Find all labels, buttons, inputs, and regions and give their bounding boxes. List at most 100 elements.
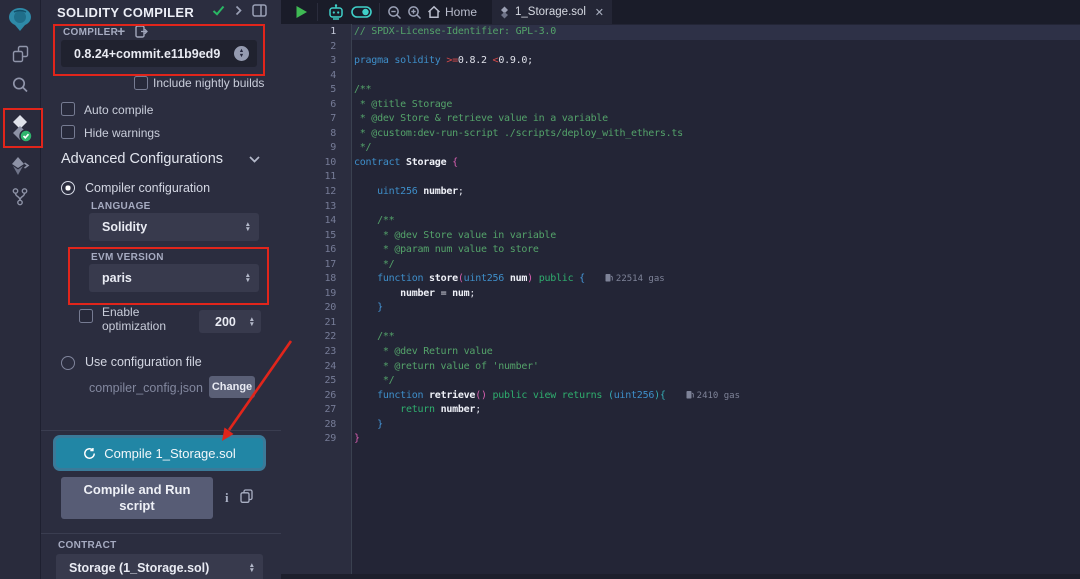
include-nightly-checkbox[interactable]: [134, 76, 148, 90]
code-line[interactable]: * @param num value to store: [354, 243, 1080, 258]
line-number[interactable]: 27: [281, 403, 336, 418]
use-configuration-file-radio[interactable]: [61, 356, 75, 370]
line-number[interactable]: 9: [281, 141, 336, 156]
line-number[interactable]: 16: [281, 243, 336, 258]
line-number[interactable]: 19: [281, 287, 336, 302]
code-line[interactable]: [354, 69, 1080, 84]
code-line[interactable]: [354, 170, 1080, 185]
hide-warnings-checkbox[interactable]: [61, 125, 75, 139]
code-line[interactable]: [354, 40, 1080, 55]
ai-toggle-icon[interactable]: [351, 6, 372, 18]
code-line[interactable]: * @title Storage: [354, 98, 1080, 113]
version-stepper-icon[interactable]: ▲▼: [234, 46, 249, 61]
zoom-out-icon[interactable]: [387, 5, 402, 20]
code-line[interactable]: }: [354, 432, 1080, 447]
line-number[interactable]: 14: [281, 214, 336, 229]
change-config-button[interactable]: Change: [209, 376, 255, 398]
line-number[interactable]: 8: [281, 127, 336, 142]
chevron-down-icon[interactable]: [249, 156, 260, 163]
git-icon[interactable]: [0, 186, 40, 208]
code-line[interactable]: }: [354, 418, 1080, 433]
code-area[interactable]: // SPDX-License-Identifier: GPL-3.0 pragm…: [351, 24, 1080, 579]
code-token: [354, 404, 400, 415]
chevron-right-icon[interactable]: [235, 5, 242, 16]
line-number[interactable]: 28: [281, 418, 336, 433]
search-icon[interactable]: [0, 74, 40, 96]
code-line[interactable]: /**: [354, 330, 1080, 345]
split-panel-icon[interactable]: [252, 4, 267, 17]
advanced-configurations-header[interactable]: Advanced Configurations: [61, 151, 223, 167]
line-number[interactable]: 25: [281, 374, 336, 389]
line-number[interactable]: 11: [281, 170, 336, 185]
zoom-in-icon[interactable]: [407, 5, 422, 20]
line-number[interactable]: 23: [281, 345, 336, 360]
code-line[interactable]: [354, 316, 1080, 331]
code-line[interactable]: number = num;: [354, 287, 1080, 302]
line-number[interactable]: 13: [281, 200, 336, 215]
contract-select[interactable]: Storage (1_Storage.sol) ▲▼: [56, 554, 263, 579]
info-icon[interactable]: i: [225, 490, 229, 506]
code-line[interactable]: */: [354, 374, 1080, 389]
code-line[interactable]: uint256 number;: [354, 185, 1080, 200]
tab-1-storage-sol[interactable]: 1_Storage.sol ✕: [492, 0, 612, 24]
code-line[interactable]: /**: [354, 83, 1080, 98]
copy-icon[interactable]: [240, 489, 253, 503]
code-line[interactable]: function retrieve() public view returns …: [354, 389, 1080, 404]
code-line[interactable]: }: [354, 301, 1080, 316]
home-tab-label[interactable]: Home: [445, 5, 477, 19]
code-line[interactable]: * @dev Return value: [354, 345, 1080, 360]
add-compiler-icon[interactable]: +: [117, 23, 125, 39]
line-number[interactable]: 26: [281, 389, 336, 404]
code-line[interactable]: [354, 200, 1080, 215]
line-number[interactable]: 5: [281, 83, 336, 98]
code-line[interactable]: return number;: [354, 403, 1080, 418]
line-number[interactable]: 18: [281, 272, 336, 287]
language-select[interactable]: Solidity ▲▼: [89, 213, 259, 241]
code-line[interactable]: // SPDX-License-Identifier: GPL-3.0: [354, 25, 1080, 40]
auto-compile-checkbox[interactable]: [61, 102, 75, 116]
open-file-icon[interactable]: [135, 25, 148, 38]
line-number[interactable]: 12: [281, 185, 336, 200]
file-explorer-icon[interactable]: [0, 44, 40, 64]
code-line[interactable]: * @dev Store & retrieve value in a varia…: [354, 112, 1080, 127]
line-number[interactable]: 20: [281, 301, 336, 316]
remix-ai-robot-icon[interactable]: [327, 4, 345, 20]
code-line[interactable]: /**: [354, 214, 1080, 229]
line-number[interactable]: 29: [281, 432, 336, 447]
compile-button[interactable]: Compile 1_Storage.sol: [56, 438, 263, 468]
line-number[interactable]: 6: [281, 98, 336, 113]
remix-logo[interactable]: [0, 5, 40, 33]
code-line[interactable]: function store(uint256 num) public {2251…: [354, 272, 1080, 287]
run-script-play-icon[interactable]: [295, 5, 308, 19]
enable-optimization-checkbox[interactable]: [79, 309, 93, 323]
evm-version-select[interactable]: paris ▲▼: [89, 264, 259, 292]
close-tab-icon[interactable]: ✕: [595, 6, 604, 19]
line-number[interactable]: 22: [281, 330, 336, 345]
code-line[interactable]: contract Storage {: [354, 156, 1080, 171]
line-number[interactable]: 1: [281, 25, 336, 40]
line-number[interactable]: 4: [281, 69, 336, 84]
solidity-compiler-icon[interactable]: [0, 112, 40, 144]
code-line[interactable]: * @dev Store value in variable: [354, 229, 1080, 244]
home-icon[interactable]: [427, 5, 441, 19]
line-number[interactable]: 21: [281, 316, 336, 331]
compile-and-run-button[interactable]: Compile and Run script: [61, 477, 213, 519]
line-number[interactable]: 3: [281, 54, 336, 69]
line-number[interactable]: 2: [281, 40, 336, 55]
deploy-run-icon[interactable]: [0, 155, 40, 177]
line-number[interactable]: 7: [281, 112, 336, 127]
compiler-version-select[interactable]: 0.8.24+commit.e11b9ed9 ▲▼: [61, 40, 257, 67]
line-number[interactable]: 15: [281, 229, 336, 244]
optimization-runs-input[interactable]: 200 ▲▼: [199, 310, 261, 333]
line-number[interactable]: 24: [281, 360, 336, 375]
line-number[interactable]: 10: [281, 156, 336, 171]
code-editor[interactable]: 1234567891011121314151617181920212223242…: [281, 24, 1080, 579]
code-line[interactable]: * @custom:dev-run-script ./scripts/deplo…: [354, 127, 1080, 142]
code-line[interactable]: * @return value of 'number': [354, 360, 1080, 375]
code-line[interactable]: pragma solidity >=0.8.2 <0.9.0;: [354, 54, 1080, 69]
code-line[interactable]: */: [354, 141, 1080, 156]
line-number[interactable]: 17: [281, 258, 336, 273]
compiler-configuration-radio[interactable]: [61, 181, 75, 195]
code-token: uint256: [464, 273, 504, 284]
code-line[interactable]: */: [354, 258, 1080, 273]
